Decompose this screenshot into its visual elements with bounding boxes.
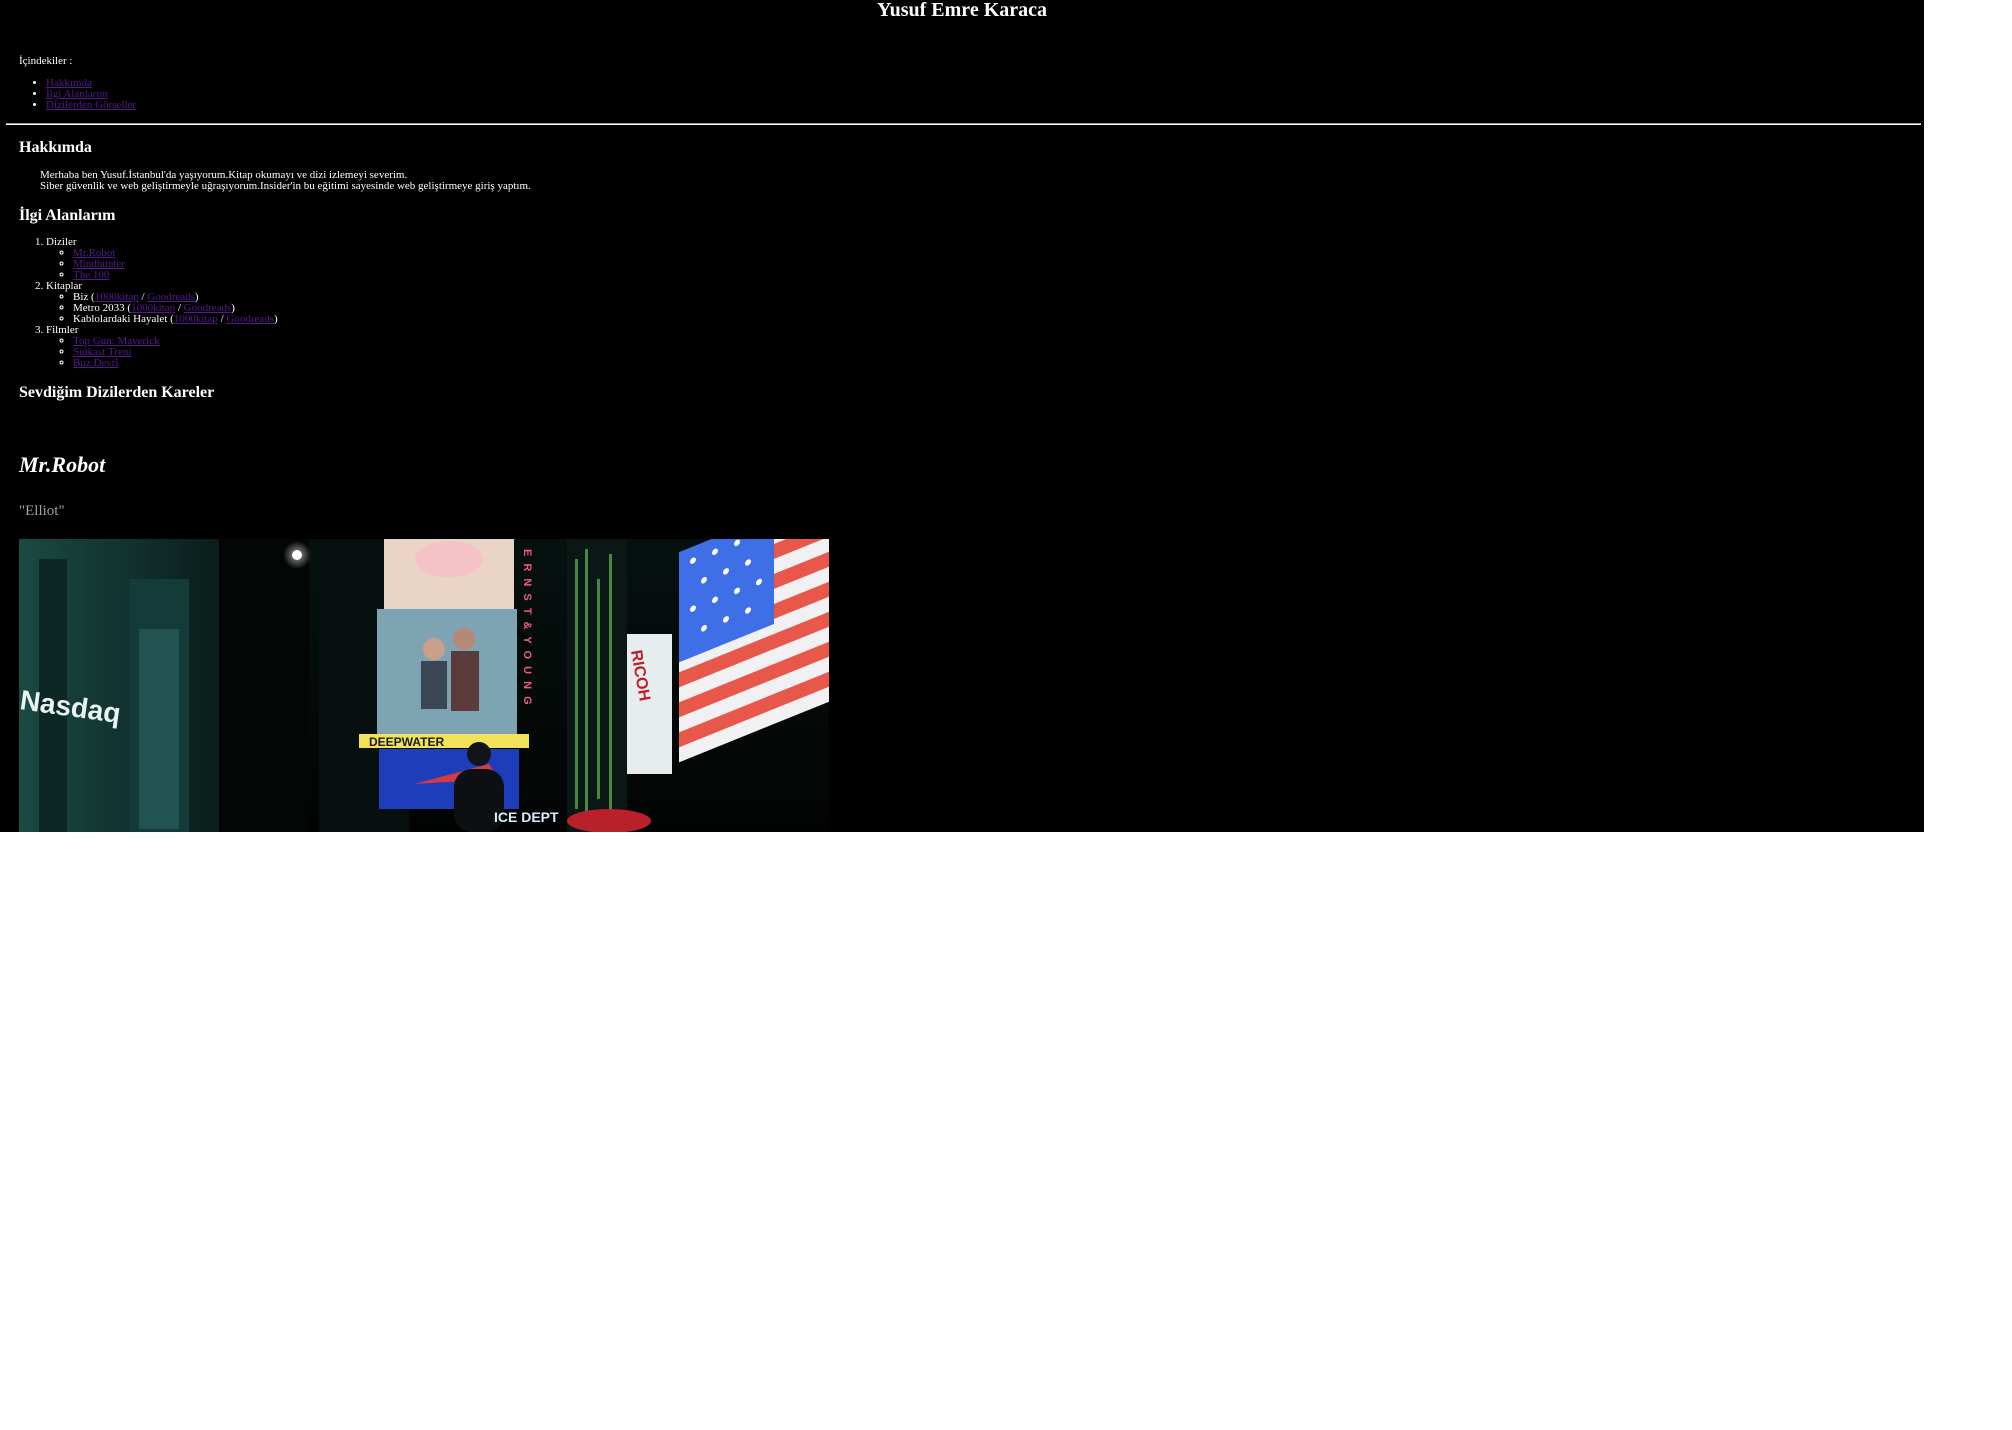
times-square-night-scene: Nasdaq DEEPWATER ICE DEPT E R N S T & Y … (19, 539, 829, 832)
about-text-line-2: Siber güvenlik ve web geliştirmeyle uğra… (40, 180, 531, 192)
marquee-text: DEEPWATER (369, 735, 444, 749)
link-separator: / (220, 313, 224, 325)
gallery-caption: "Elliot" (19, 503, 65, 519)
link-goodreads[interactable]: Goodreads (226, 313, 274, 325)
films-list: Top Gun: Maverick Suikast Treni Buz Devr… (46, 336, 278, 369)
series-list: Mr.Robot Mindhunter The 100 (46, 248, 278, 281)
category-series: Diziler Mr.Robot Mindhunter The 100 (46, 237, 278, 281)
category-films: Filmler Top Gun: Maverick Suikast Treni … (46, 325, 278, 369)
interests-list: Diziler Mr.Robot Mindhunter The 100 Kita… (46, 237, 278, 369)
link-buz-devri[interactable]: Buz Devri (73, 357, 119, 369)
billboard-vertical-text: E R N S T & Y O U N G (521, 549, 533, 707)
toc-label: İçindekiler : (19, 55, 73, 67)
list-item: Kablolardaki Hayalet (1000kitap / Goodre… (73, 314, 278, 325)
link-1000kitap[interactable]: 1000kitap (174, 313, 218, 325)
gallery-series-title: Mr.Robot (19, 452, 106, 477)
toc-link-gallery[interactable]: Dizilerden Görseller (46, 99, 136, 111)
list-item: Dizilerden Görseller (46, 100, 136, 111)
gallery-heading: Sevdiğim Dizilerden Kareler (19, 384, 215, 401)
horizontal-rule (6, 123, 1921, 125)
toc-list: Hakkımda İlgi Alanlarım Dizilerden Görse… (46, 78, 136, 111)
interests-heading: İlgi Alanlarım (19, 207, 116, 224)
category-books: Kitaplar Biz (1000kitap / Goodreads) Met… (46, 281, 278, 325)
mr-robot-still-image: Nasdaq DEEPWATER ICE DEPT E R N S T & Y … (19, 539, 829, 832)
list-item: The 100 (73, 270, 278, 281)
page-body: Yusuf Emre Karaca İçindekiler : Hakkımda… (0, 0, 1924, 832)
books-list: Biz (1000kitap / Goodreads) Metro 2033 (… (46, 292, 278, 325)
police-sign-text: ICE DEPT (494, 809, 559, 825)
about-heading: Hakkımda (19, 139, 92, 156)
site-title: Yusuf Emre Karaca (877, 0, 1047, 21)
list-item: Buz Devri (73, 358, 278, 369)
book-title: Kablolardaki Hayalet (73, 313, 168, 325)
